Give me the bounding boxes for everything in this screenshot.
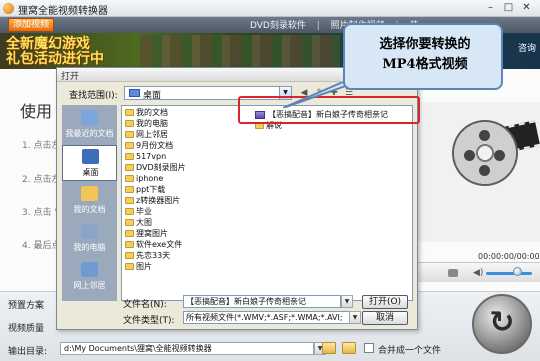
step-2: 2. 点击左 — [22, 175, 61, 185]
file-list: 我的文档 我的电脑 网上邻居 9月份文档 517vpn DVD刻录图片 ipho… — [121, 105, 413, 301]
step-3: 3. 点击 “ — [22, 208, 59, 218]
folder-icon — [125, 142, 134, 149]
folder-icon — [125, 263, 134, 270]
list-item[interactable]: 狸窝图片 — [125, 229, 168, 239]
my-computer-icon — [81, 224, 98, 239]
folder-icon — [125, 120, 134, 127]
desktop-icon — [82, 149, 99, 164]
minimize-button[interactable]: – — [484, 2, 497, 14]
app-title: 狸窝全能视频转换器 — [18, 6, 108, 17]
step-4: 4. 最后点 — [22, 241, 61, 251]
list-item[interactable]: z转换器图片 — [125, 196, 180, 206]
step-1: 1. 点击左 — [22, 141, 61, 151]
list-item[interactable]: 517vpn — [125, 152, 166, 162]
volume-slider[interactable] — [486, 272, 532, 275]
list-item[interactable]: 图片 — [125, 262, 152, 272]
list-item[interactable]: DVD刻录图片 — [125, 163, 186, 173]
place-recent-documents[interactable]: 我最近的文档 — [62, 107, 117, 143]
folder-icon — [125, 175, 134, 182]
folder-icon — [125, 164, 134, 171]
place-desktop[interactable]: 桌面 — [62, 145, 117, 181]
maximize-button[interactable]: □ — [502, 2, 515, 14]
list-item[interactable]: 毕业 — [125, 207, 152, 217]
cancel-button[interactable]: 取消 — [362, 311, 408, 325]
output-dir-field[interactable]: d:\My Documents\狸窝\全能视频转换器 — [60, 342, 314, 355]
look-in-label: 查找范围(I): — [69, 91, 118, 101]
look-in-value: 桌面 — [143, 91, 162, 101]
recent-documents-icon — [81, 110, 98, 125]
quality-label: 视频质量 — [8, 324, 45, 334]
banner-right-text: 咨询 — [517, 44, 536, 54]
merge-checkbox[interactable] — [364, 343, 374, 353]
list-item[interactable]: 软件exe文件 — [125, 240, 182, 250]
file-name-label: 文件名(N): — [123, 300, 167, 310]
close-button[interactable]: ✕ — [520, 2, 533, 14]
reel-hole — [464, 150, 475, 161]
folder-icon — [125, 186, 134, 193]
folder-icon — [125, 131, 134, 138]
banner-image — [140, 35, 340, 67]
file-type-dropdown[interactable]: ▼ — [349, 311, 361, 324]
places-bar: 我最近的文档 桌面 我的文档 我的电脑 网上邻居 — [62, 105, 117, 301]
banner-text: 全新魔幻游戏 礼包活动进行中 — [6, 36, 104, 67]
place-my-computer[interactable]: 我的电脑 — [62, 221, 117, 257]
reel-hole — [479, 130, 490, 141]
volume-icon[interactable]: ◀) — [473, 268, 483, 278]
desktop-icon — [129, 89, 140, 97]
merge-label: 合并成一个文件 — [378, 346, 442, 356]
file-type-label: 文件类型(T): — [123, 316, 175, 326]
file-name-input[interactable]: 【恶搞配音】新白娘子传奇相亲记 — [183, 295, 341, 308]
callout-bubble: 选择你要转换的 MP4格式视频 — [343, 23, 503, 90]
folder-icon — [125, 230, 134, 237]
usage-heading: 使用 — [20, 102, 53, 121]
list-item[interactable]: 先恋33天 — [125, 251, 170, 261]
place-network[interactable]: 网上邻居 — [62, 259, 117, 295]
snapshot-camera-icon[interactable] — [448, 269, 458, 277]
dialog-title: 打开 — [61, 72, 80, 82]
list-item[interactable]: 9月份文档 — [125, 141, 173, 151]
add-video-button[interactable]: 添加视频 — [8, 18, 54, 32]
network-places-icon — [81, 262, 98, 277]
my-documents-icon — [81, 186, 98, 201]
list-item[interactable]: 大图 — [125, 218, 152, 228]
folder-icon — [125, 241, 134, 248]
reel-hole — [479, 165, 490, 176]
output-dir-label: 输出目录: — [8, 347, 48, 357]
folder-icon — [125, 153, 134, 160]
folder-icon — [125, 219, 134, 226]
folder-icon — [125, 109, 134, 116]
convert-button[interactable]: ↻ — [472, 294, 532, 354]
open-folder-button[interactable] — [342, 342, 356, 354]
preset-label: 预置方案 — [8, 301, 45, 311]
place-my-documents[interactable]: 我的文档 — [62, 183, 117, 219]
folder-icon — [125, 208, 134, 215]
list-item[interactable]: ppt下载 — [125, 185, 165, 195]
folder-icon — [125, 252, 134, 259]
list-item[interactable]: 网上邻居 — [125, 130, 168, 140]
film-reel-icon — [452, 120, 518, 186]
open-button[interactable]: 打开(O) — [362, 295, 408, 309]
app-window: 狸窝全能视频转换器 – □ ✕ 添加视频 DVD刻录软件 | 照片制作视频 | … — [0, 0, 540, 361]
divider: | — [316, 21, 320, 31]
browse-folder-button[interactable] — [322, 342, 336, 354]
title-bar: 狸窝全能视频转换器 – □ ✕ — [0, 0, 540, 17]
list-item[interactable]: iphone — [125, 174, 163, 184]
reel-hole — [494, 150, 505, 161]
app-logo-icon — [3, 3, 14, 14]
callout-text: 选择你要转换的 MP4格式视频 — [379, 37, 471, 72]
file-type-select[interactable]: 所有视频文件(*.WMV;*.ASF;*.WMA;*.AVI; — [183, 311, 351, 324]
volume-slider-knob[interactable] — [513, 267, 522, 276]
list-item[interactable]: 我的电脑 — [125, 119, 168, 129]
list-item[interactable]: 我的文档 — [125, 108, 168, 118]
file-name-dropdown[interactable]: ▼ — [341, 295, 353, 308]
timecode: 00:00:00/00:00:00 — [478, 252, 540, 261]
dvd-burn-link[interactable]: DVD刻录软件 — [250, 21, 306, 31]
folder-icon — [125, 197, 134, 204]
